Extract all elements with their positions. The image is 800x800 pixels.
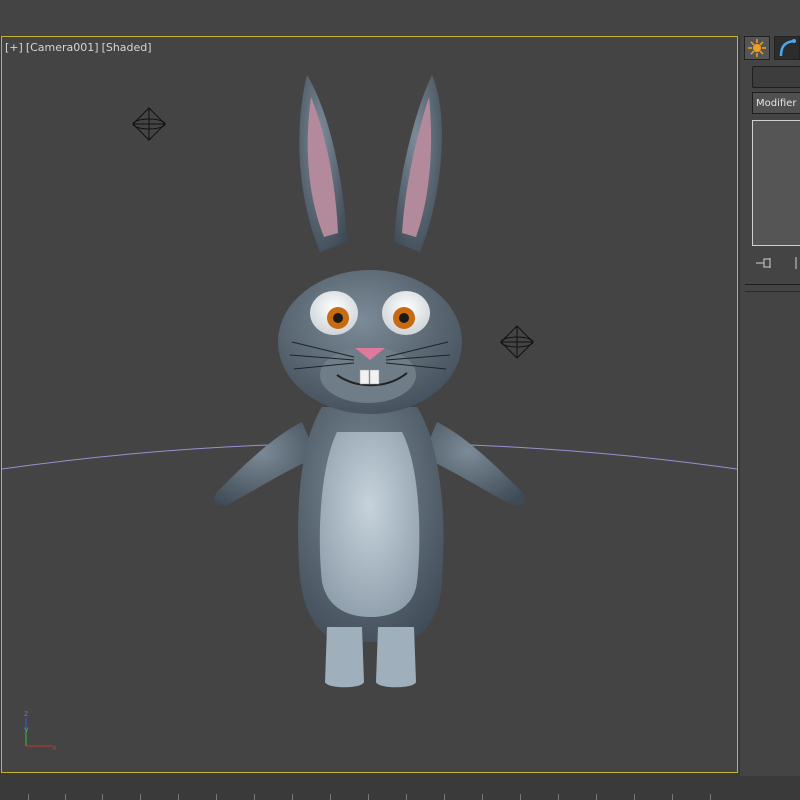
ruler-tick: [102, 794, 103, 800]
panel-separator: [745, 291, 800, 292]
ruler-tick: [558, 794, 559, 800]
ruler-tick: [710, 794, 711, 800]
ruler-tick: [178, 794, 179, 800]
ruler-tick: [444, 794, 445, 800]
modifier-stack-list[interactable]: [752, 120, 800, 246]
camera-viewport[interactable]: [+] [Camera001] [Shaded] z y x: [1, 36, 738, 773]
ruler-tick: [520, 794, 521, 800]
modifier-list-dropdown[interactable]: Modifier L: [752, 92, 800, 114]
ruler-tick: [406, 794, 407, 800]
ruler-tick: [292, 794, 293, 800]
ruler-tick: [672, 794, 673, 800]
ruler-tick: [330, 794, 331, 800]
stack-toolbar: [752, 254, 800, 272]
command-panel: Modifier L: [740, 36, 800, 800]
viewport-scene: z y x: [2, 75, 737, 752]
ruler-tick: [216, 794, 217, 800]
top-toolbar-area: [0, 0, 800, 36]
ruler-tick: [368, 794, 369, 800]
ruler-tick: [254, 794, 255, 800]
ruler-tick: [634, 794, 635, 800]
axis-tripod-icon: z y x: [24, 709, 57, 752]
panel-separator: [745, 284, 800, 285]
ruler-tick: [65, 794, 66, 800]
axis-y-label: y: [24, 725, 29, 734]
light-gizmo-icon[interactable]: [500, 325, 534, 359]
ruler-tick: [28, 794, 29, 800]
modify-icon: [779, 39, 796, 57]
rabbit-model[interactable]: [214, 75, 525, 688]
create-icon: [748, 39, 766, 57]
object-name-field[interactable]: [752, 66, 800, 88]
ruler-tick: [596, 794, 597, 800]
ruler-tick: [482, 794, 483, 800]
light-gizmo-icon[interactable]: [132, 107, 166, 141]
pin-stack-icon[interactable]: [756, 258, 771, 268]
ruler-tick: [140, 794, 141, 800]
time-ruler[interactable]: [0, 776, 800, 800]
axis-x-label: x: [52, 743, 57, 752]
create-tab[interactable]: [744, 36, 770, 60]
modify-tab[interactable]: [774, 36, 800, 60]
axis-z-label: z: [24, 709, 28, 718]
